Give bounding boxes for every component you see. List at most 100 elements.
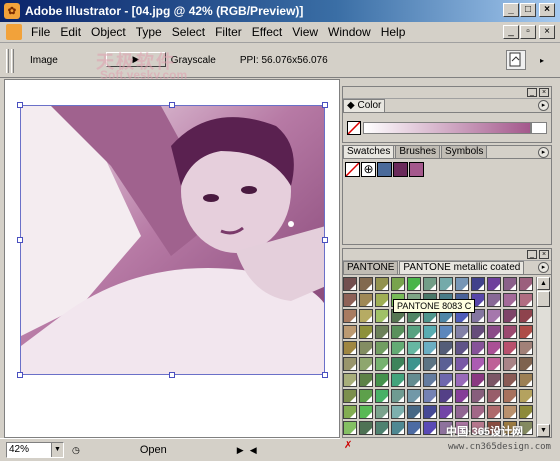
pantone-swatch[interactable]	[407, 421, 421, 435]
pantone-swatch[interactable]	[343, 357, 357, 371]
tab-color[interactable]: ◆ Color	[343, 99, 386, 112]
swatch-library-icon[interactable]: ✗	[344, 440, 356, 452]
doc-close-button[interactable]: ×	[539, 25, 555, 39]
menu-help[interactable]: Help	[376, 25, 411, 39]
pantone-swatch[interactable]	[343, 341, 357, 355]
pantone-swatch[interactable]	[423, 341, 437, 355]
control-menu-arrow[interactable]: ▸	[540, 56, 544, 65]
placed-image[interactable]	[20, 105, 325, 375]
pantone-swatch[interactable]	[471, 389, 485, 403]
pantone-swatch[interactable]	[423, 325, 437, 339]
pantone-swatch[interactable]	[391, 405, 405, 419]
pantone-swatch[interactable]	[423, 373, 437, 387]
pantone-swatch[interactable]	[471, 405, 485, 419]
scroll-thumb[interactable]	[537, 291, 550, 307]
maximize-button[interactable]: □	[520, 3, 536, 17]
pantone-swatch[interactable]	[503, 373, 517, 387]
pantone-swatch[interactable]	[487, 341, 501, 355]
pantone-swatch[interactable]	[455, 373, 469, 387]
swatch-scrollbar[interactable]: ▲ ▼	[536, 277, 550, 437]
pantone-swatch[interactable]	[487, 325, 501, 339]
pantone-swatch[interactable]	[423, 405, 437, 419]
panel-menu-icon[interactable]: ▸	[538, 100, 549, 111]
pantone-swatch[interactable]	[391, 373, 405, 387]
panel-close-button[interactable]: ×	[539, 88, 549, 97]
pantone-swatch[interactable]	[375, 373, 389, 387]
pantone-swatch[interactable]	[487, 309, 501, 323]
pantone-swatch[interactable]	[343, 421, 357, 435]
pantone-swatch[interactable]	[359, 325, 373, 339]
pantone-swatch[interactable]	[343, 277, 357, 291]
zoom-field[interactable]: 42% ▼	[6, 442, 64, 458]
white-swatch[interactable]	[531, 122, 547, 134]
pantone-swatch[interactable]	[471, 277, 485, 291]
pantone-swatch[interactable]	[359, 293, 373, 307]
bbox-handle-mr[interactable]	[322, 237, 328, 243]
pantone-swatch[interactable]	[471, 325, 485, 339]
pantone-swatch[interactable]	[503, 325, 517, 339]
pantone-swatch[interactable]	[519, 277, 533, 291]
pantone-swatch[interactable]	[455, 357, 469, 371]
pantone-swatch[interactable]	[407, 357, 421, 371]
none-swatch-icon[interactable]	[347, 121, 361, 135]
bbox-handle-tl[interactable]	[17, 102, 23, 108]
pantone-swatch[interactable]	[343, 389, 357, 403]
pantone-swatch[interactable]	[359, 357, 373, 371]
tab-pantone-metallic[interactable]: PANTONE metallic coated	[399, 261, 525, 274]
pantone-swatch[interactable]	[439, 389, 453, 403]
pantone-swatch[interactable]	[503, 405, 517, 419]
swatch-tint[interactable]	[409, 162, 424, 177]
pantone-swatch[interactable]	[471, 373, 485, 387]
swatch-purple[interactable]	[393, 162, 408, 177]
pantone-swatch[interactable]	[487, 373, 501, 387]
pantone-swatch[interactable]	[455, 405, 469, 419]
pantone-swatch[interactable]	[503, 389, 517, 403]
pantone-swatch[interactable]	[391, 421, 405, 435]
pantone-swatch[interactable]	[503, 309, 517, 323]
pantone-swatch[interactable]	[439, 405, 453, 419]
pantone-swatch[interactable]	[487, 405, 501, 419]
panel-menu-icon[interactable]: ▸	[538, 262, 549, 273]
color-ramp[interactable]	[363, 122, 531, 134]
document-setup-icon[interactable]	[506, 50, 526, 70]
menu-select[interactable]: Select	[167, 25, 210, 39]
doc-minimize-button[interactable]: _	[503, 25, 519, 39]
pantone-swatch[interactable]	[487, 277, 501, 291]
menu-file[interactable]: File	[26, 25, 55, 39]
pantone-swatch[interactable]	[375, 357, 389, 371]
pantone-swatch[interactable]	[423, 357, 437, 371]
none-swatch[interactable]	[345, 162, 360, 177]
pantone-swatch[interactable]	[407, 389, 421, 403]
scroll-up-icon[interactable]: ▲	[537, 277, 550, 290]
pantone-swatch[interactable]	[375, 277, 389, 291]
pantone-swatch[interactable]	[439, 341, 453, 355]
tab-pantone[interactable]: PANTONE	[343, 261, 399, 274]
status-arrow-right-icon[interactable]: ▶	[237, 445, 244, 456]
pantone-swatch[interactable]	[423, 421, 437, 435]
pantone-swatch[interactable]	[423, 389, 437, 403]
pantone-swatch[interactable]	[375, 341, 389, 355]
pantone-swatch[interactable]	[455, 277, 469, 291]
pantone-swatch[interactable]	[455, 389, 469, 403]
illustrator-app-icon[interactable]: ✿	[4, 3, 20, 19]
pantone-swatch[interactable]	[359, 341, 373, 355]
chevron-down-icon[interactable]: ▼	[51, 443, 63, 457]
pantone-swatch[interactable]	[343, 309, 357, 323]
pantone-swatch[interactable]	[519, 405, 533, 419]
menu-effect[interactable]: Effect	[247, 25, 287, 39]
doc-restore-button[interactable]: ▫	[520, 25, 536, 39]
pantone-swatch[interactable]	[519, 357, 533, 371]
pantone-swatch[interactable]	[375, 309, 389, 323]
pantone-swatch[interactable]	[503, 277, 517, 291]
menu-window[interactable]: Window	[323, 25, 376, 39]
pantone-swatch[interactable]	[519, 325, 533, 339]
pantone-swatch[interactable]	[391, 357, 405, 371]
pantone-swatch[interactable]	[375, 389, 389, 403]
pantone-swatch[interactable]	[375, 421, 389, 435]
tab-symbols[interactable]: Symbols	[441, 145, 488, 158]
pantone-swatch[interactable]	[359, 277, 373, 291]
pantone-swatch[interactable]	[407, 405, 421, 419]
toolbar-grip[interactable]	[6, 48, 9, 73]
pantone-swatch[interactable]	[391, 277, 405, 291]
tab-swatches[interactable]: Swatches	[343, 145, 395, 158]
